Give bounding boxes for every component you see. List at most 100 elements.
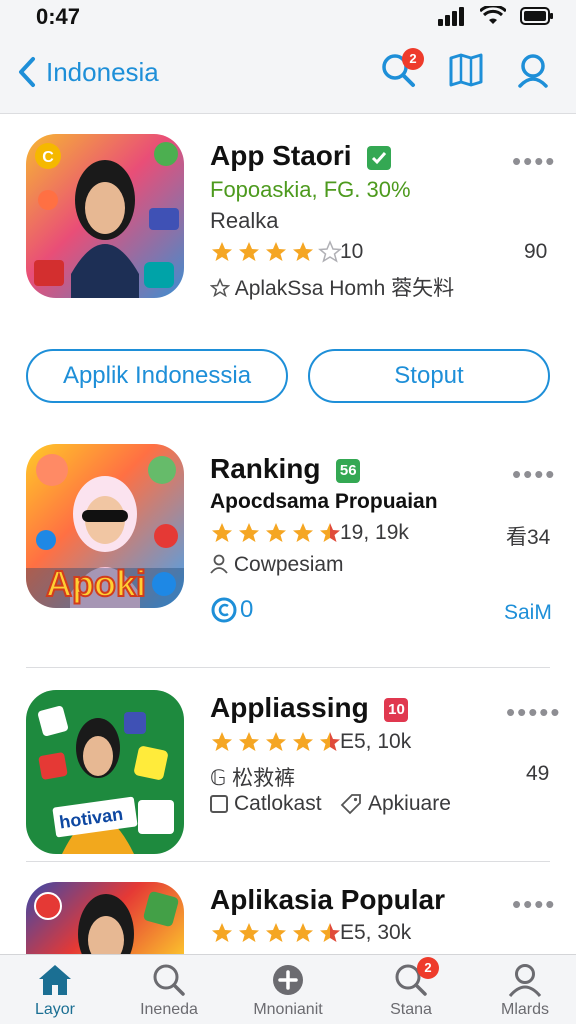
svg-text:C: C (42, 149, 54, 166)
star-icon (239, 732, 259, 751)
star-half-icon (320, 732, 340, 751)
ranking-title-text: Ranking (210, 453, 321, 484)
ranking-star-rating (210, 521, 342, 545)
tab-badge: 2 (417, 957, 439, 979)
featured-app-title[interactable]: App Staori (210, 140, 392, 172)
book-open-icon (449, 53, 483, 87)
featured-app-subtitle: Fopoaskia, FG. 30% (210, 177, 411, 202)
verified-badge (367, 145, 392, 170)
star-icon (266, 732, 286, 751)
featured-app-publisher: Realka (210, 208, 279, 233)
aplikasia-popular-rating-text: E5, 30k (340, 921, 412, 944)
ranking-subtitle: Apocdsama Propuaian (210, 490, 438, 513)
aplikasia-popular-app-icon[interactable] (26, 882, 184, 954)
aplikasia-popular-more-button[interactable]: •••• (512, 891, 556, 917)
tab-label: Layor (34, 1001, 76, 1018)
ranking-right-value: 看34 (506, 526, 551, 549)
chevron-left-icon (19, 57, 35, 87)
tab-layor[interactable]: Layor (0, 963, 110, 1019)
back-button[interactable]: Indonesia (18, 52, 159, 92)
checkbox-square-icon (210, 795, 228, 813)
tab-stana[interactable]: 2 Stana (356, 957, 466, 1019)
star-icon (212, 923, 232, 942)
appliassing-secondary-label: Apkiuare (368, 792, 451, 815)
bookmarks-button[interactable] (448, 52, 486, 90)
star-icon (266, 923, 286, 942)
star-icon (266, 242, 286, 261)
tab-label: Ineneda (140, 1001, 198, 1018)
check-icon (372, 151, 387, 164)
star-icon (239, 242, 259, 261)
tag-icon (340, 794, 361, 815)
featured-app-icon[interactable]: C (26, 134, 184, 298)
ranking-more-button[interactable]: •••• (512, 461, 556, 487)
search-notifications-button[interactable]: 2 (380, 48, 424, 90)
notification-badge: 2 (402, 48, 424, 70)
signal-icon (438, 7, 464, 26)
wifi-icon (480, 6, 506, 24)
featured-star-rating (210, 240, 342, 264)
featured-app-title-text: App Staori (210, 140, 352, 171)
aplikasia-popular-star-rating (210, 921, 342, 945)
appliassing-checkbox[interactable]: Catlokast (210, 792, 322, 816)
featured-right-value: 90 (524, 240, 548, 263)
status-icons (438, 6, 554, 26)
ranking-tag: 56 (336, 458, 361, 483)
back-label: Indonesia (46, 56, 159, 87)
appliassing-app-title[interactable]: Appliassing 10 (210, 692, 409, 724)
appliassing-title-text: Appliassing (210, 692, 369, 723)
tab-bar: Layor Ineneda Mnonianit 2 Stana Mlards (0, 954, 576, 1024)
aplikasia-popular-artwork (34, 891, 179, 954)
status-bar: 0:47 (0, 0, 576, 34)
tab-label: Mnonianit (253, 1001, 323, 1018)
person-icon (508, 964, 542, 997)
appliassing-tag: 10 (384, 697, 409, 722)
appliassing-right-value: 49 (526, 762, 550, 785)
home-icon (39, 965, 71, 995)
stoput-button[interactable]: Stoput (308, 349, 550, 403)
appliassing-checkbox-label: Catlokast (234, 792, 322, 815)
ranking-developer: Cowpesiam (210, 553, 344, 577)
tab-ineneda[interactable]: Ineneda (114, 963, 224, 1019)
appliassing-rating-text: E5, 10k (340, 730, 412, 753)
star-icon (293, 242, 313, 261)
navigation-bar: Indonesia 2 (0, 34, 576, 114)
star-icon (293, 523, 313, 542)
ranking-developer-text: Cowpesiam (233, 553, 344, 576)
star-outline-icon (209, 277, 231, 298)
divider (26, 861, 550, 862)
appliassing-app-artwork: hotivan (37, 705, 174, 854)
ranking-price-button[interactable]: 0 (210, 596, 253, 624)
appliassing-secondary-link[interactable]: Apkiuare (340, 792, 451, 816)
tab-label: Stana (390, 1001, 432, 1018)
coin-icon (211, 597, 237, 623)
featured-app-artwork: C (34, 142, 179, 298)
star-icon (239, 923, 259, 942)
ranking-price: 0 (240, 596, 254, 623)
status-time: 0:47 (36, 4, 81, 29)
plus-circle-icon (273, 965, 303, 995)
divider (26, 667, 550, 668)
person-icon (210, 554, 228, 574)
ranking-icon-text: Apoki (46, 563, 146, 604)
ranking-rating-text: 19, 19k (340, 521, 409, 544)
tab-mnonianit[interactable]: Mnonianit (233, 963, 343, 1019)
profile-search-button[interactable] (516, 52, 554, 90)
star-outline-icon (318, 240, 342, 263)
applik-indonessia-button[interactable]: Applik Indonessia (26, 349, 288, 403)
ranking-action-link[interactable]: SaiM (504, 601, 552, 625)
aplikasia-popular-title[interactable]: Aplikasia Popular (210, 884, 445, 916)
star-icon (239, 523, 259, 542)
star-icon (293, 732, 313, 751)
appliassing-app-icon[interactable]: hotivan (26, 690, 184, 854)
star-icon (266, 523, 286, 542)
featured-category-text: AplakSsa Homh 蓉矢料 (234, 277, 455, 300)
featured-more-button[interactable]: •••• (512, 148, 556, 174)
appliassing-extra-line: 𝔾 松救裤 (210, 767, 296, 790)
ranking-app-title[interactable]: Ranking 56 (210, 453, 361, 485)
tab-mlards[interactable]: Mlards (470, 963, 576, 1019)
star-icon (212, 242, 232, 261)
appliassing-more-button[interactable]: ••••• (506, 699, 562, 725)
ranking-app-icon[interactable]: Apoki (26, 444, 184, 608)
ranking-app-artwork: Apoki (26, 454, 184, 608)
